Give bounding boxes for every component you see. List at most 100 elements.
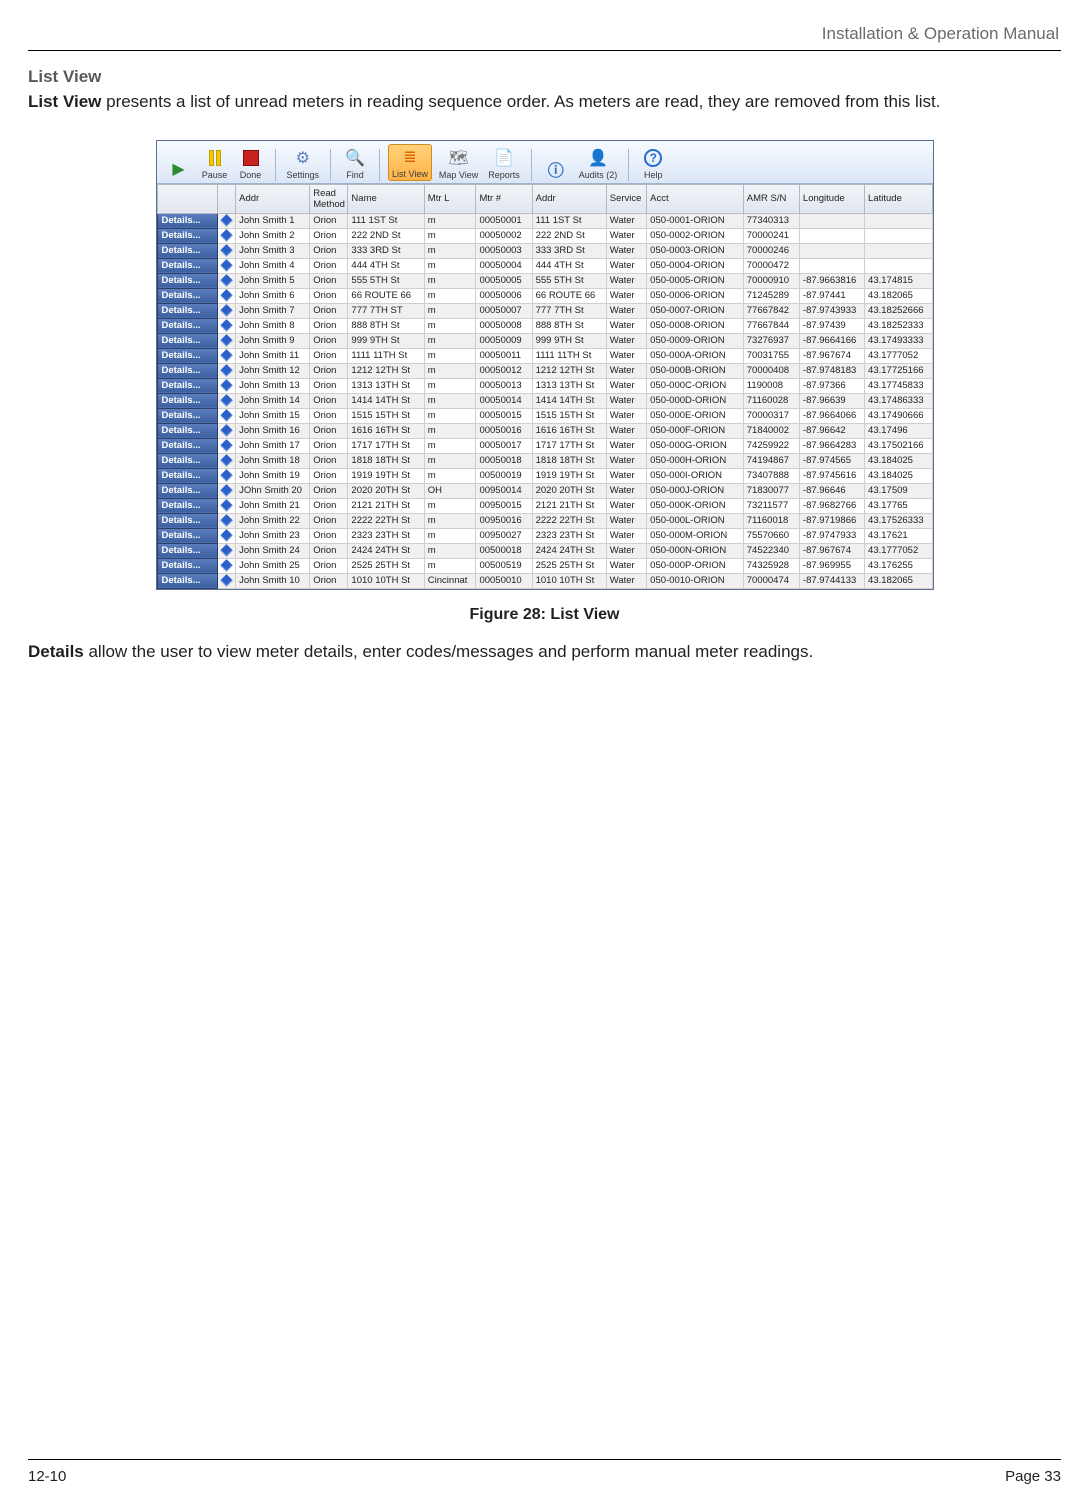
col-mtrnum[interactable]: Mtr # xyxy=(476,184,532,213)
cell-lon: -87.9664066 xyxy=(799,408,864,423)
cell-addr: 1414 14TH St xyxy=(532,393,606,408)
diamond-icon xyxy=(220,274,233,287)
col-amr[interactable]: AMR S/N xyxy=(743,184,799,213)
details-button[interactable]: Details... xyxy=(157,273,218,288)
details-button[interactable]: Details... xyxy=(157,558,218,573)
diamond-icon xyxy=(220,454,233,467)
info-button[interactable]: ⓘ xyxy=(540,157,572,181)
pause-button[interactable]: Pause xyxy=(199,146,231,181)
toolbar-label: Pause xyxy=(202,170,228,180)
details-button[interactable]: Details... xyxy=(157,258,218,273)
col-addr[interactable]: Addr xyxy=(532,184,606,213)
cell-mtrnum: 00050015 xyxy=(476,408,532,423)
cell-rmeth: Orion xyxy=(310,528,348,543)
cell-mtrnum: 00050013 xyxy=(476,378,532,393)
cell-lon xyxy=(799,243,864,258)
details-button[interactable]: Details... xyxy=(157,228,218,243)
cell-lon: -87.9682766 xyxy=(799,498,864,513)
find-button[interactable]: 🔍Find xyxy=(339,146,371,181)
settings-button[interactable]: ⚙Settings xyxy=(284,146,323,181)
col-details[interactable] xyxy=(157,184,218,213)
details-button[interactable]: Details... xyxy=(157,393,218,408)
status-icon xyxy=(218,543,236,558)
table-row: Details...John Smith 7Orion777 7TH STm00… xyxy=(157,303,932,318)
table-row: Details...John Smith 25Orion2525 25TH St… xyxy=(157,558,932,573)
aud-icon: 👤 xyxy=(587,147,609,169)
cell-name: 2525 25TH St xyxy=(348,558,424,573)
diamond-icon xyxy=(220,409,233,422)
cell-mtrnum: 00050011 xyxy=(476,348,532,363)
details-button[interactable]: Details... xyxy=(157,318,218,333)
col-stat[interactable] xyxy=(218,184,236,213)
map-view-button[interactable]: 🗺Map View xyxy=(436,146,481,181)
cell-mtrl: m xyxy=(424,468,476,483)
cell-name: 1616 16TH St xyxy=(348,423,424,438)
details-button[interactable]: Details... xyxy=(157,543,218,558)
cell-acct: 050-0009-ORION xyxy=(647,333,744,348)
details-button[interactable]: Details... xyxy=(157,333,218,348)
audits-button[interactable]: 👤Audits (2) xyxy=(576,146,621,181)
done-button[interactable]: Done xyxy=(235,146,267,181)
col-service[interactable]: Service xyxy=(606,184,646,213)
col-lat[interactable]: Latitude xyxy=(865,184,932,213)
cell-service: Water xyxy=(606,363,646,378)
footer-right: Page 33 xyxy=(1005,1468,1061,1485)
cell-acct: 050-0007-ORION xyxy=(647,303,744,318)
toolbar-label: Audits (2) xyxy=(579,170,618,180)
help-button[interactable]: ?Help xyxy=(637,146,669,181)
cell-name0: John Smith 15 xyxy=(236,408,310,423)
details-button[interactable]: Details... xyxy=(157,288,218,303)
details-button[interactable]: Details... xyxy=(157,438,218,453)
col-rmeth[interactable]: Read Method xyxy=(310,184,348,213)
diamond-icon xyxy=(220,304,233,317)
details-button[interactable]: Details... xyxy=(157,423,218,438)
cell-lat: 43.18252666 xyxy=(865,303,932,318)
col-lon[interactable]: Longitude xyxy=(799,184,864,213)
details-button[interactable]: Details... xyxy=(157,453,218,468)
diamond-icon xyxy=(220,349,233,362)
cell-lat: 43.17486333 xyxy=(865,393,932,408)
cell-lon: -87.9663816 xyxy=(799,273,864,288)
cell-name0: John Smith 8 xyxy=(236,318,310,333)
cell-rmeth: Orion xyxy=(310,408,348,423)
toolbar-separator xyxy=(379,149,380,181)
cell-name: 1919 19TH St xyxy=(348,468,424,483)
details-button[interactable]: Details... xyxy=(157,213,218,228)
details-button[interactable]: Details... xyxy=(157,468,218,483)
list-view-button[interactable]: ≣List View xyxy=(388,144,432,181)
col-mtrl[interactable]: Mtr L xyxy=(424,184,476,213)
reports-button[interactable]: 📄Reports xyxy=(485,146,523,181)
details-button[interactable]: Details... xyxy=(157,303,218,318)
cell-mtrl: m xyxy=(424,273,476,288)
cell-mtrnum: 00050012 xyxy=(476,363,532,378)
details-button[interactable]: Details... xyxy=(157,243,218,258)
details-button[interactable]: Details... xyxy=(157,363,218,378)
cell-acct: 050-000F-ORION xyxy=(647,423,744,438)
details-button[interactable]: Details... xyxy=(157,348,218,363)
find-icon: 🔍 xyxy=(344,147,366,169)
cell-rmeth: Orion xyxy=(310,243,348,258)
details-button[interactable]: Details... xyxy=(157,513,218,528)
play-button[interactable]: ▶ xyxy=(163,157,195,181)
details-button[interactable]: Details... xyxy=(157,498,218,513)
cell-amr: 70000408 xyxy=(743,363,799,378)
details-button[interactable]: Details... xyxy=(157,483,218,498)
col-name[interactable]: Name xyxy=(348,184,424,213)
footer-left: 12-10 xyxy=(28,1468,66,1485)
cell-lat: 43.182065 xyxy=(865,288,932,303)
status-icon xyxy=(218,318,236,333)
toolbar-label: Map View xyxy=(439,170,478,180)
table-row: Details...John Smith 19Orion1919 19TH St… xyxy=(157,468,932,483)
table-row: Details...John Smith 16Orion1616 16TH St… xyxy=(157,423,932,438)
cell-rmeth: Orion xyxy=(310,333,348,348)
details-button[interactable]: Details... xyxy=(157,528,218,543)
pause-icon xyxy=(204,147,226,169)
toolbar-label: Help xyxy=(644,170,663,180)
details-button[interactable]: Details... xyxy=(157,378,218,393)
cell-lon: -87.97439 xyxy=(799,318,864,333)
col-acct[interactable]: Acct xyxy=(647,184,744,213)
details-button[interactable]: Details... xyxy=(157,573,218,588)
col-name0[interactable]: Addr xyxy=(236,184,310,213)
details-note-bold: Details xyxy=(28,642,84,661)
details-button[interactable]: Details... xyxy=(157,408,218,423)
